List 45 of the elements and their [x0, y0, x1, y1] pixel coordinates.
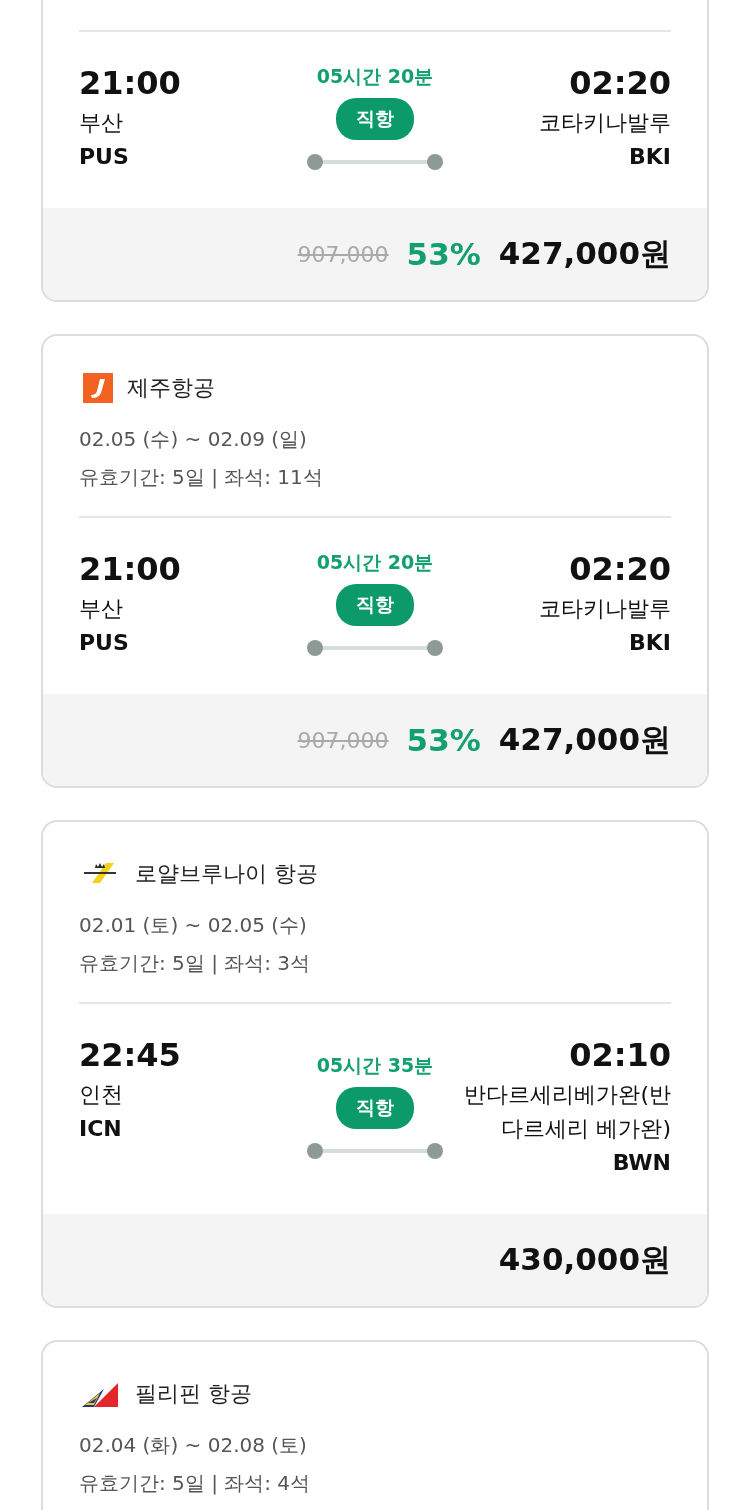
flight-card[interactable]: 21:00 부산 PUS 05시간 20분 직항 02:20 코타키나발루 BKI 907,000 53% 427,000원: [41, 0, 709, 302]
direct-badge: 직항: [336, 98, 414, 140]
flight-duration: 05시간 20분: [316, 550, 434, 575]
arrival-city: 코타키나발루: [539, 595, 671, 623]
departure-time: 21:00: [79, 63, 182, 104]
arrival-city: 반다르세리베가완(반다르세리 베가완): [463, 1081, 671, 1143]
original-price: 907,000: [297, 727, 389, 753]
airline-name: 로얄브루나이 항공: [135, 860, 318, 888]
original-price: 907,000: [297, 241, 389, 267]
arrival-code: BKI: [629, 629, 671, 657]
airline-name: 필리핀 항공: [135, 1380, 252, 1408]
departure-time: 21:00: [79, 549, 182, 590]
final-price: 427,000원: [498, 234, 671, 273]
travel-dates: 02.05 (수) ~ 02.09 (일): [79, 426, 308, 453]
departure-code: PUS: [79, 143, 130, 171]
flight-card[interactable]: 필리핀 항공 02.04 (화) ~ 02.08 (토) 유효기간: 5일 | 좌석: 4석: [41, 1340, 709, 1510]
departure-time: 22:45: [79, 1035, 182, 1076]
airline-name: 제주항공: [127, 374, 215, 402]
flight-card[interactable]: 로얄브루나이 항공 02.01 (토) ~ 02.05 (수) 유효기간: 5일 | 좌석: 3석 22:45 인천 ICN 05시간 35분 직항 02:10 반다르세리베가완(반다르세리 베가완) BWN 430,000원: [41, 820, 709, 1308]
final-price: 427,000원: [498, 720, 671, 759]
validity-seats: 유효기간: 5일 | 좌석: 3석: [79, 944, 671, 982]
travel-dates: 02.04 (화) ~ 02.08 (토): [79, 1432, 308, 1459]
direct-badge: 직항: [336, 584, 414, 626]
validity-seats: 유효기간: 5일 | 좌석: 4석: [79, 1464, 671, 1502]
final-price: 430,000원: [498, 1240, 671, 1279]
flight-duration: 05시간 35분: [316, 1053, 434, 1078]
discount-rate: 53%: [406, 236, 481, 272]
arrival-time: 02:10: [569, 1035, 671, 1076]
flight-card[interactable]: 제주항공 02.05 (수) ~ 02.09 (일) 유효기간: 5일 | 좌석: 11석 21:00 부산 PUS 05시간 20분 직항 02:20 코타키나발루 BKI 907,000 53% 427,000원: [41, 334, 709, 788]
arrival-code: BKI: [629, 143, 671, 171]
departure-city: 인천: [79, 1081, 124, 1109]
discount-rate: 53%: [406, 722, 481, 758]
arrival-code: BWN: [612, 1149, 671, 1177]
arrival-city: 코타키나발루: [539, 109, 671, 137]
direct-badge: 직항: [336, 1087, 414, 1129]
arrival-time: 02:20: [569, 549, 671, 590]
airline-logo-icon: [83, 373, 113, 403]
departure-city: 부산: [79, 595, 124, 623]
arrival-time: 02:20: [569, 63, 671, 104]
travel-dates: 02.01 (토) ~ 02.05 (수): [79, 912, 308, 939]
flight-duration: 05시간 20분: [316, 64, 434, 89]
departure-city: 부산: [79, 109, 124, 137]
departure-code: PUS: [79, 629, 130, 657]
departure-code: ICN: [79, 1115, 123, 1143]
validity-seats: 유효기간: 5일 | 좌석: 11석: [79, 458, 671, 496]
